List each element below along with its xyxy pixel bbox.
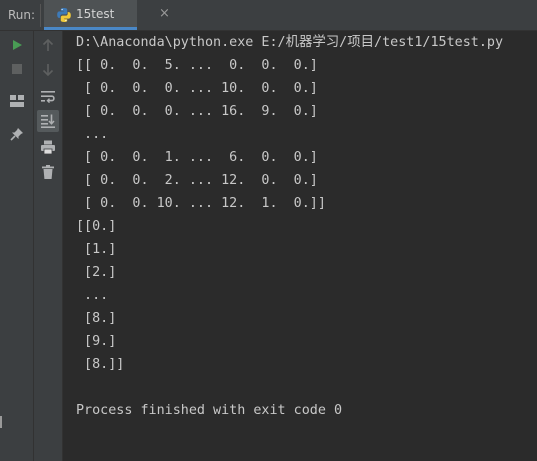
restore-layout-button[interactable] bbox=[6, 90, 28, 112]
console-command-line: D:\Anaconda\python.exe E:/机器学习/项目/test1/… bbox=[76, 35, 504, 50]
scroll-to-end-icon bbox=[41, 114, 55, 128]
run-label: Run: bbox=[8, 8, 36, 22]
console-output[interactable]: D:\Anaconda\python.exe E:/机器学习/项目/test1/… bbox=[68, 31, 537, 461]
stop-button[interactable] bbox=[6, 58, 28, 80]
console-line: [2.] bbox=[76, 265, 117, 280]
down-arrow-icon bbox=[42, 63, 54, 76]
python-icon bbox=[56, 7, 72, 23]
print-button[interactable] bbox=[37, 136, 59, 158]
console-line: [[ 0. 0. 5. ... 0. 0. 0.] bbox=[76, 58, 318, 73]
up-arrow-icon bbox=[42, 38, 54, 52]
rerun-button[interactable] bbox=[6, 34, 28, 56]
pin-icon bbox=[10, 127, 24, 141]
console-line: [8.] bbox=[76, 311, 117, 326]
clear-all-button[interactable] bbox=[37, 161, 59, 183]
window-edge-marker bbox=[0, 416, 2, 428]
stop-icon bbox=[12, 64, 22, 74]
console-line: [ 0. 0. 2. ... 12. 0. 0.] bbox=[76, 173, 318, 188]
run-window: Run: 15test × D:\Anaconda\python.exe E:/… bbox=[0, 0, 537, 461]
console-line: ... bbox=[76, 288, 109, 303]
console-line: [ 0. 0. 0. ... 16. 9. 0.] bbox=[76, 104, 318, 119]
soft-wrap-button[interactable] bbox=[37, 85, 59, 107]
trash-icon bbox=[42, 165, 54, 179]
console-line: [9.] bbox=[76, 334, 117, 349]
print-icon bbox=[41, 140, 55, 154]
run-toolbar-primary bbox=[0, 31, 33, 461]
console-line: [8.]] bbox=[76, 357, 125, 372]
previous-occurrence-button[interactable] bbox=[37, 34, 59, 56]
scroll-to-end-button[interactable] bbox=[37, 110, 59, 132]
run-toolbar-secondary bbox=[33, 31, 63, 461]
console-line: [ 0. 0. 1. ... 6. 0. 0.] bbox=[76, 150, 318, 165]
run-tab-bar: Run: 15test × bbox=[0, 0, 537, 31]
tab-15test[interactable]: 15test × bbox=[44, 0, 170, 30]
soft-wrap-icon bbox=[41, 90, 55, 103]
play-icon bbox=[11, 39, 23, 51]
console-line: [ 0. 0. 10. ... 12. 1. 0.]] bbox=[76, 196, 326, 211]
layout-icon bbox=[10, 95, 24, 107]
console-line: [1.] bbox=[76, 242, 117, 257]
console-line: ... bbox=[76, 127, 109, 142]
console-exit-message: Process finished with exit code 0 bbox=[76, 403, 343, 418]
run-label-divider bbox=[40, 4, 41, 27]
next-occurrence-button[interactable] bbox=[37, 58, 59, 80]
pin-tab-button[interactable] bbox=[6, 123, 28, 145]
console-line: [[0.] bbox=[76, 219, 117, 234]
console-line: [ 0. 0. 0. ... 10. 0. 0.] bbox=[76, 81, 318, 96]
close-icon[interactable]: × bbox=[159, 6, 170, 22]
tab-title: 15test bbox=[76, 7, 115, 21]
